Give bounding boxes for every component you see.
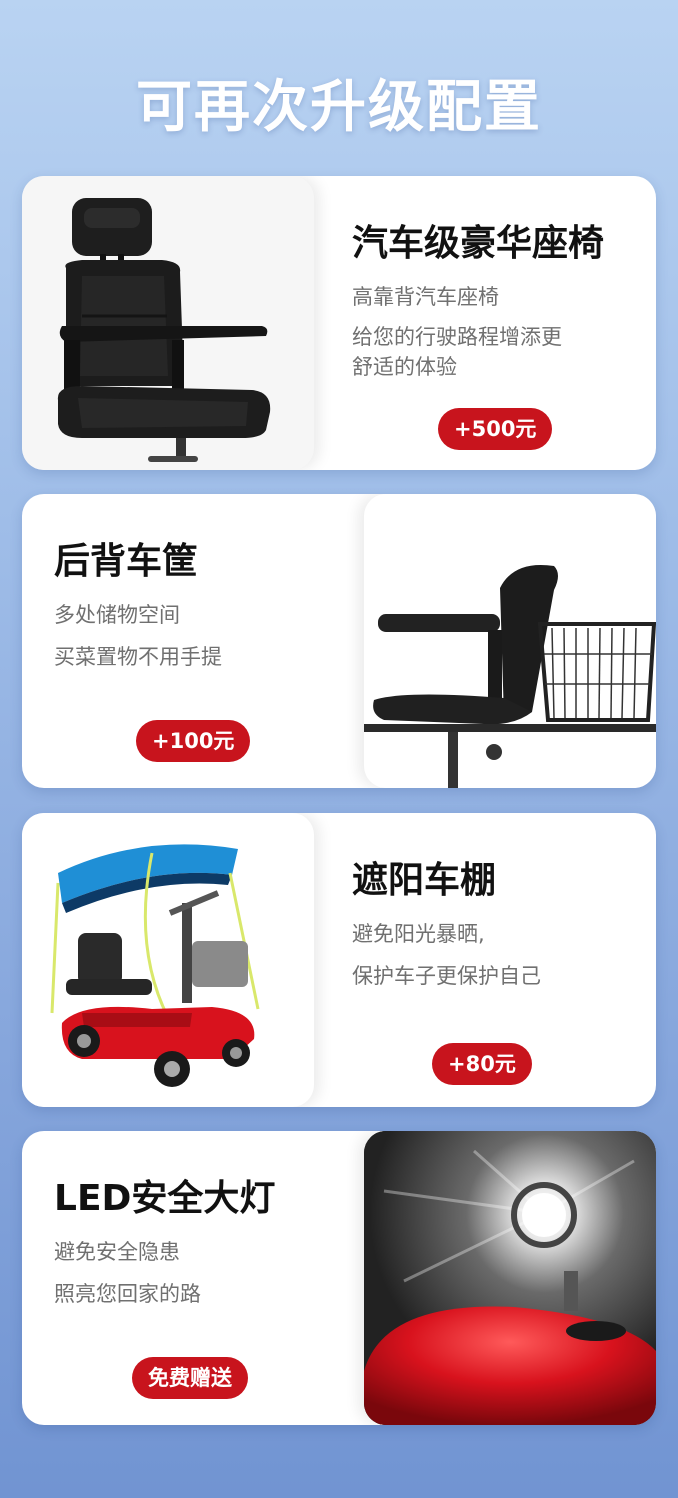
price-badge[interactable]: +100元: [136, 720, 251, 762]
price-badge[interactable]: 免费赠送: [132, 1357, 248, 1399]
card-heading: 后背车筐: [54, 541, 199, 582]
card-desc-line: 避免阳光暴晒,: [352, 922, 485, 946]
upgrade-card-seat[interactable]: 汽车级豪华座椅 高靠背汽车座椅 给您的行驶路程增添更 舒适的体验 +500元: [22, 176, 656, 470]
upgrade-card-basket[interactable]: 后背车筐 多处储物空间 买菜置物不用手提 +100元: [22, 494, 656, 788]
card-heading: 汽车级豪华座椅: [352, 223, 605, 264]
card-heading: 遮阳车棚: [352, 860, 497, 901]
card-desc-line: 避免安全隐患: [54, 1240, 180, 1264]
card-desc-line: 照亮您回家的路: [54, 1282, 201, 1306]
card-desc-line: 舒适的体验: [352, 355, 457, 379]
card-heading: LED安全大灯: [54, 1178, 276, 1219]
card-desc-line: 买菜置物不用手提: [54, 645, 222, 669]
sun-canopy-image: [22, 813, 314, 1107]
price-badge[interactable]: +500元: [438, 408, 553, 450]
rear-basket-image: [364, 494, 656, 788]
upgrade-card-canopy[interactable]: 遮阳车棚 避免阳光暴晒, 保护车子更保护自己 +80元: [22, 813, 656, 1107]
card-desc-line: 多处储物空间: [54, 603, 180, 627]
luxury-seat-image: [22, 176, 314, 470]
led-headlight-image: [364, 1131, 656, 1425]
page-title: 可再次升级配置: [136, 75, 542, 140]
card-desc-line: 给您的行驶路程增添更: [352, 325, 562, 349]
card-desc-line: 高靠背汽车座椅: [352, 285, 499, 309]
price-badge[interactable]: +80元: [432, 1043, 532, 1085]
upgrade-card-led[interactable]: LED安全大灯 避免安全隐患 照亮您回家的路 免费赠送: [22, 1131, 656, 1425]
card-desc-line: 保护车子更保护自己: [352, 964, 541, 988]
